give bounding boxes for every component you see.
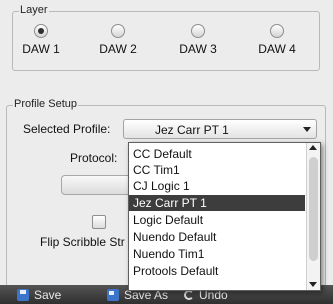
- radio-daw-3[interactable]: DAW 3: [168, 24, 228, 56]
- dropdown-scrollbar[interactable]: [306, 143, 320, 290]
- radio-label-daw-1: DAW 1: [22, 42, 60, 56]
- profile-dropdown-list[interactable]: CC Default CC Tim1 CJ Logic 1 Jez Carr P…: [128, 142, 321, 291]
- save-label: Save: [34, 287, 62, 302]
- radio-daw-4[interactable]: DAW 4: [247, 24, 307, 56]
- chevron-down-icon[interactable]: [298, 120, 316, 138]
- selected-profile-label: Selected Profile:: [23, 122, 111, 136]
- radio-label-daw-2: DAW 2: [99, 42, 137, 56]
- radio-daw-2[interactable]: DAW 2: [88, 24, 148, 56]
- scroll-down-arrow-icon[interactable]: [309, 282, 317, 287]
- dropdown-item-cc-default[interactable]: CC Default: [129, 146, 305, 162]
- radio-button-daw-4[interactable]: [270, 24, 284, 38]
- selected-profile-select[interactable]: Jez Carr PT 1: [123, 119, 317, 139]
- radio-daw-1[interactable]: DAW 1: [11, 24, 71, 56]
- floppy-disk-icon: [17, 288, 29, 301]
- undo-icon: [184, 289, 194, 300]
- save-button[interactable]: Save: [17, 285, 61, 304]
- radio-label-daw-4: DAW 4: [258, 42, 296, 56]
- profile-setup-title: Profile Setup: [13, 98, 78, 110]
- radio-label-daw-3: DAW 3: [179, 42, 217, 56]
- dropdown-item-cj-logic-1[interactable]: CJ Logic 1: [129, 178, 305, 194]
- floppy-disk-icon: [107, 288, 119, 301]
- layer-group: Layer DAW 1 DAW 2 DAW 3 DAW 4: [11, 4, 320, 71]
- scrollbar-thumb[interactable]: [309, 157, 318, 261]
- dropdown-item-cc-tim1[interactable]: CC Tim1: [129, 162, 305, 178]
- layer-group-title: Layer: [19, 4, 49, 16]
- protocol-label: Protocol:: [70, 151, 118, 165]
- selected-profile-value: Jez Carr PT 1: [155, 123, 229, 137]
- flip-scribble-checkbox[interactable]: [92, 215, 106, 229]
- dropdown-item-protools-default[interactable]: Protools Default: [129, 263, 305, 279]
- scroll-up-arrow-icon[interactable]: [309, 145, 317, 150]
- dropdown-item-nuendo-tim1[interactable]: Nuendo Tim1: [129, 246, 305, 262]
- radio-button-daw-2[interactable]: [111, 24, 125, 38]
- dropdown-item-logic-default[interactable]: Logic Default: [129, 212, 305, 228]
- radio-button-daw-1[interactable]: [34, 24, 48, 38]
- radio-button-daw-3[interactable]: [191, 24, 205, 38]
- dropdown-item-nuendo-default[interactable]: Nuendo Default: [129, 229, 305, 245]
- dropdown-item-jez-carr-pt-1[interactable]: Jez Carr PT 1: [129, 195, 305, 211]
- flip-scribble-label: Flip Scribble Str: [40, 235, 125, 249]
